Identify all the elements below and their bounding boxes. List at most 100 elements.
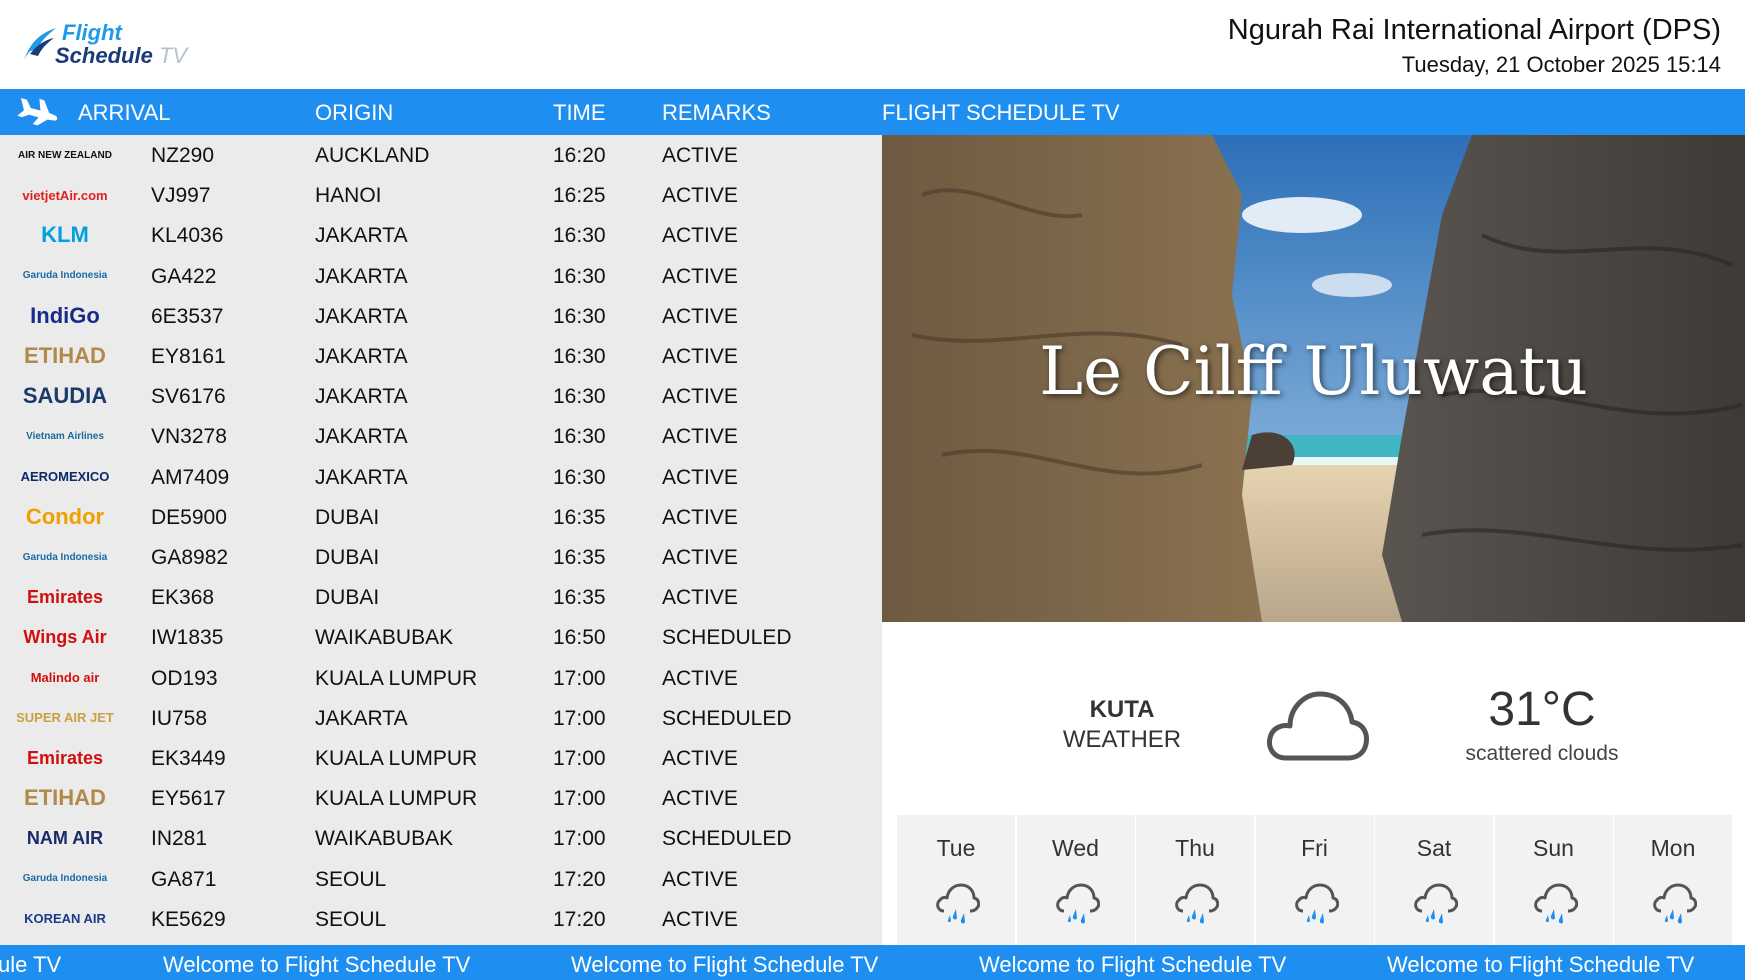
weather-description: scattered clouds [1465,742,1619,765]
column-origin: ORIGIN [315,100,394,125]
flight-row: Wings Air IW1835 WAIKABUBAK 16:50 SCHEDULED [0,617,882,657]
flight-remarks: ACTIVE [662,264,738,288]
flight-remarks: ACTIVE [662,787,738,811]
airline-logo: Garuda Indonesia [22,551,108,563]
flight-remarks: ACTIVE [662,666,738,690]
flight-remarks: ACTIVE [662,586,738,610]
flight-time: 16:30 [553,385,606,409]
flight-time: 17:00 [553,747,606,770]
arrivals-table: AIR NEW ZEALAND NZ290 AUCKLAND 16:20 ACTIVE v… [0,135,882,945]
airline-logo: ETIHAD [24,785,106,811]
promo-title: Le Cilff Uluwatu [1039,333,1588,410]
rain-icon [936,883,980,924]
flight-remarks: SCHEDULED [662,827,792,851]
flight-time: 16:35 [553,546,606,569]
column-remarks: REMARKS [662,100,771,125]
flight-number: KE5629 [151,907,226,931]
flight-time: 16:50 [553,626,606,650]
flight-row: Garuda Indonesia GA871 SEOUL 17:20 ACTIVE [0,859,882,899]
ticker-text-partial: ule TV [0,952,62,977]
flight-remarks: ACTIVE [662,747,738,770]
column-arrival: ARRIVAL [78,100,171,125]
airline-logo: Garuda Indonesia [22,873,108,885]
flight-origin: DUBAI [315,586,380,610]
forecast-day-name: Thu [1175,835,1215,861]
flight-time: 16:30 [553,224,606,248]
flight-remarks: ACTIVE [662,867,738,891]
flight-origin: JAKARTA [315,385,408,409]
flight-time: 16:30 [553,345,606,368]
flight-number: OD193 [151,666,218,690]
flight-time: 16:20 [553,144,606,167]
flight-number: SV6176 [151,385,226,409]
forecast-day-name: Sat [1416,835,1452,861]
logo-text-schedule-word: Schedule [55,43,153,68]
airline-logo: Vietnam Airlines [26,430,104,442]
flight-row: Garuda Indonesia GA8982 DUBAI 16:35 ACTIVE [0,537,882,577]
flight-remarks: SCHEDULED [662,626,792,650]
ticker-text: Welcome to Flight Schedule TV [1387,952,1695,977]
flight-remarks: ACTIVE [662,505,738,529]
flight-origin: SEOUL [315,907,387,931]
flight-number: IU758 [151,706,208,730]
column-header-bar: ARRIVAL ORIGIN TIME REMARKS FLIGHT SCHED… [0,89,1745,135]
airline-logo: SAUDIA [22,383,108,409]
airline-logo: Wings Air [23,626,107,647]
flight-number: GA422 [151,264,217,288]
flight-number: VN3278 [151,425,227,449]
airline-logo: ETIHAD [24,343,106,368]
flight-remarks: ACTIVE [662,465,738,489]
weather-temperature: 31°C [1488,683,1596,736]
flight-origin: KUALA LUMPUR [315,747,478,770]
logo-text-tv: TV [158,43,188,68]
flight-origin: JAKARTA [315,264,408,288]
flight-time: 17:20 [553,867,606,891]
airline-logo: Emirates [26,586,104,607]
airline-logo: KOREAN AIR [24,911,106,927]
flight-remarks: ACTIVE [662,304,738,328]
flight-origin: WAIKABUBAK [315,827,454,851]
flight-remarks: ACTIVE [662,144,738,167]
flight-time: 16:30 [553,425,606,449]
flight-row: NAM AIR IN281 WAIKABUBAK 17:00 SCHEDULED [0,818,882,858]
flight-origin: WAIKABUBAK [315,626,454,650]
flight-time: 16:35 [553,505,606,529]
panel-title: FLIGHT SCHEDULE TV [882,100,1120,125]
weather-city: KUTA [1089,696,1155,723]
airline-logo: IndiGo [30,302,100,328]
flight-row: Garuda Indonesia GA422 JAKARTA 16:30 ACTIVE [0,256,882,296]
flight-number: VJ997 [151,184,211,208]
forecast-day-name: Fri [1301,835,1328,861]
flight-row: KLM KL4036 JAKARTA 16:30 ACTIVE [0,215,882,255]
flight-time: 16:30 [553,304,606,328]
flight-time: 17:00 [553,827,606,851]
flight-row: AEROMEXICO AM7409 JAKARTA 16:30 ACTIVE [0,457,882,497]
airline-logo: AIR NEW ZEALAND [18,149,112,161]
flight-number: EY8161 [151,345,226,368]
flight-row: Emirates EK368 DUBAI 16:35 ACTIVE [0,577,882,617]
flight-time: 16:35 [553,586,606,610]
flight-row: AIR NEW ZEALAND NZ290 AUCKLAND 16:20 ACTIVE [0,135,882,175]
flight-time: 16:30 [553,264,606,288]
rain-icon [1414,883,1458,924]
cloud-icon [1267,691,1369,761]
flight-time: 17:20 [553,907,606,931]
flight-time: 16:25 [553,184,606,208]
forecast-day: Thu [1136,815,1254,945]
flight-number: IN281 [151,827,208,851]
flight-origin: JAKARTA [315,706,408,730]
flight-remarks: ACTIVE [662,345,738,368]
flight-time: 16:30 [553,465,606,489]
airline-logo: Garuda Indonesia [22,270,108,282]
flight-time: 17:00 [553,787,606,811]
flight-origin: KUALA LUMPUR [315,787,478,811]
flight-row: Emirates EK3449 KUALA LUMPUR 17:00 ACTIVE [0,738,882,778]
flight-row: Condor DE5900 DUBAI 16:35 ACTIVE [0,497,882,537]
airport-name: Ngurah Rai International Airport (DPS) [1227,14,1721,46]
flight-number: GA8982 [151,546,229,569]
flight-remarks: ACTIVE [662,425,738,449]
rain-icon [1175,883,1219,924]
flight-number: IW1835 [151,626,224,650]
bird-logo-icon [24,28,56,60]
flight-row: Vietnam Airlines VN3278 JAKARTA 16:30 ACTIVE [0,416,882,456]
